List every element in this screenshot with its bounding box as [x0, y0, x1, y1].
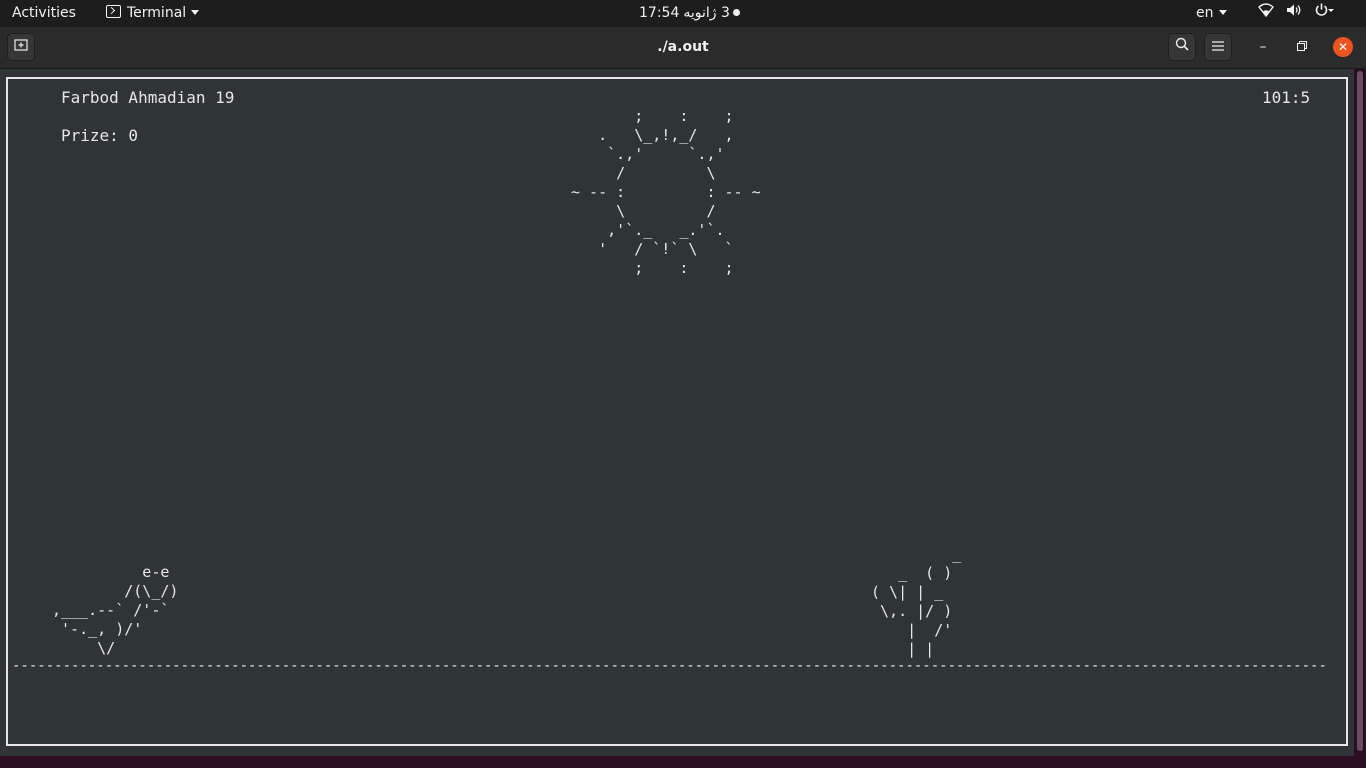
- activities-button[interactable]: Activities: [12, 0, 76, 27]
- terminal-titlebar: ./a.out – ✕: [0, 27, 1366, 69]
- new-tab-icon: [14, 39, 28, 51]
- chevron-down-icon: [191, 10, 200, 15]
- app-menu-label: Terminal: [127, 5, 187, 21]
- volume-icon[interactable]: [1286, 0, 1302, 27]
- search-icon: [1175, 37, 1189, 51]
- ground-line: ----------------------------------------…: [12, 658, 1327, 674]
- clock-date: 3 ژانویه: [683, 5, 730, 21]
- cactus-ascii-art: _ _ ( ) ( \| | _ \,. |/ ) | /' | |: [871, 545, 962, 658]
- prize-counter: Prize: 0: [61, 126, 139, 145]
- sun-ascii-art: ; : ; . \_,!,_/ , `.,' `.,' / \ ~ -- : :…: [571, 107, 761, 277]
- power-icon[interactable]: [1314, 0, 1336, 27]
- search-button[interactable]: [1168, 33, 1196, 61]
- hamburger-menu-icon: [1212, 41, 1224, 51]
- clock-button[interactable]: 17:54 3 ژانویه: [639, 0, 740, 27]
- language-selector[interactable]: en: [1196, 0, 1227, 27]
- maximize-icon: [1297, 41, 1307, 51]
- player-name: Farbod Ahmadian 19: [61, 88, 235, 107]
- notification-dot-icon: [732, 9, 740, 16]
- desktop-background: [0, 756, 1366, 768]
- maximize-button[interactable]: [1292, 37, 1312, 57]
- scrollbar-thumb[interactable]: [1357, 71, 1363, 751]
- network-icon[interactable]: [1258, 0, 1274, 27]
- close-button[interactable]: ✕: [1333, 37, 1353, 57]
- hamburger-menu-button[interactable]: [1204, 33, 1232, 61]
- language-label: en: [1196, 5, 1214, 21]
- app-menu-button[interactable]: Terminal: [106, 0, 200, 27]
- clock-time: 17:54: [639, 5, 680, 21]
- score-counter: 101:5: [1262, 88, 1311, 107]
- top-bar: Activities Terminal 17:54 3 ژانویه en: [0, 0, 1366, 27]
- new-tab-button[interactable]: [7, 33, 35, 61]
- window-title: ./a.out: [657, 39, 709, 55]
- minimize-button[interactable]: –: [1253, 37, 1273, 57]
- chevron-down-icon: [1218, 10, 1227, 15]
- terminal-icon: [106, 5, 121, 18]
- terminal-scrollbar[interactable]: [1354, 69, 1366, 756]
- dinosaur-ascii-art: e-e /(\_/) ,___.--` /'-` '-._, )/' \/: [52, 563, 179, 657]
